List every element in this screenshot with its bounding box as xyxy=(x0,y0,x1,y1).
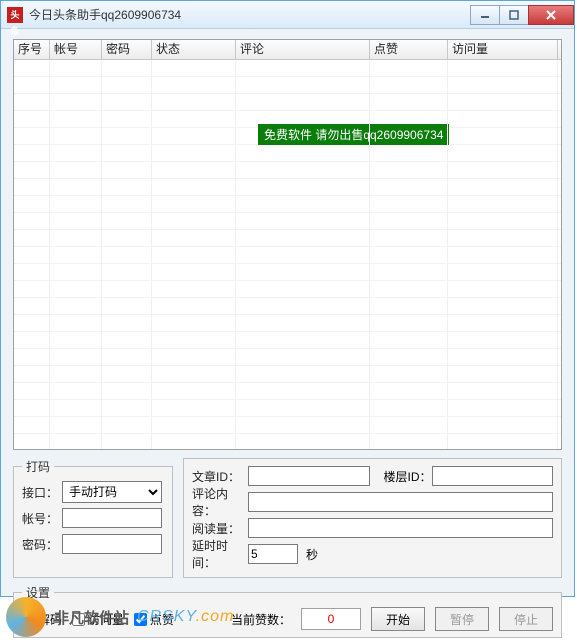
column-header[interactable]: 状态 xyxy=(152,40,236,59)
maximize-button[interactable] xyxy=(499,5,529,25)
column-header[interactable]: 点赞 xyxy=(370,40,448,59)
interface-label: 接口： xyxy=(22,484,62,501)
comment-input[interactable] xyxy=(248,492,553,512)
close-button[interactable] xyxy=(528,5,574,25)
accounts-grid[interactable]: 序号帐号密码状态评论点赞访问量 免费软件 请勿出售qq2609906734 xyxy=(13,39,562,450)
client-area: 序号帐号密码状态评论点赞访问量 免费软件 请勿出售qq2609906734 打码… xyxy=(1,29,574,644)
grid-body: 免费软件 请勿出售qq2609906734 xyxy=(14,60,561,449)
floor-id-label: 楼层ID： xyxy=(384,468,432,485)
article-id-label: 文章ID： xyxy=(192,468,248,485)
app-window: 头条 今日头条助手qq2609906734 序号帐号密码状态评论点赞访问量 免费… xyxy=(0,0,575,597)
comment-label: 评论内容： xyxy=(192,485,248,519)
delay-unit: 秒 xyxy=(306,546,318,563)
current-likes-value: 0 xyxy=(301,608,361,630)
grid-header: 序号帐号密码状态评论点赞访问量 xyxy=(14,40,561,60)
interface-select[interactable]: 手动打码 xyxy=(62,481,162,503)
like-label: 点赞 xyxy=(150,611,174,628)
delay-input[interactable] xyxy=(248,544,298,564)
article-fieldset: 文章ID： 楼层ID： 评论内容： 阅读量： 延时时间： 秒 xyxy=(183,458,562,578)
checkbox-decode[interactable]: 解码 xyxy=(22,611,62,628)
column-header[interactable]: 评论 xyxy=(236,40,370,59)
titlebar: 头条 今日头条助手qq2609906734 xyxy=(1,1,574,29)
settings-fieldset: 设置 解码 访问量 点赞 当前赞数： 0 开始 暂停 停止 xyxy=(13,584,562,638)
watermark-banner: 免费软件 请勿出售qq2609906734 xyxy=(258,124,449,145)
decode-checkbox[interactable] xyxy=(22,613,35,626)
checkbox-views[interactable]: 访问量 xyxy=(72,611,124,628)
dama-legend: 打码 xyxy=(22,458,54,475)
decode-label: 解码 xyxy=(38,611,62,628)
checkbox-like[interactable]: 点赞 xyxy=(134,611,174,628)
dama-account-input[interactable] xyxy=(62,508,162,528)
dama-password-input[interactable] xyxy=(62,534,162,554)
like-checkbox[interactable] xyxy=(134,613,147,626)
window-title: 今日头条助手qq2609906734 xyxy=(29,6,471,23)
window-controls xyxy=(471,5,574,25)
column-header[interactable]: 序号 xyxy=(14,40,50,59)
lower-panels: 打码 接口： 手动打码 帐号： 密码： 文章ID： xyxy=(13,458,562,578)
article-id-input[interactable] xyxy=(248,466,370,486)
app-icon: 头条 xyxy=(7,7,23,23)
dama-password-label: 密码： xyxy=(22,536,62,553)
reads-label: 阅读量： xyxy=(192,520,248,537)
delay-label: 延时时间： xyxy=(192,537,248,571)
column-header[interactable]: 密码 xyxy=(102,40,152,59)
minimize-button[interactable] xyxy=(470,5,500,25)
settings-legend: 设置 xyxy=(22,584,54,601)
floor-id-input[interactable] xyxy=(432,466,554,486)
views-label: 访问量 xyxy=(88,611,124,628)
start-button[interactable]: 开始 xyxy=(371,607,425,631)
stop-button[interactable]: 停止 xyxy=(499,607,553,631)
dama-fieldset: 打码 接口： 手动打码 帐号： 密码： xyxy=(13,458,173,578)
column-header[interactable]: 帐号 xyxy=(50,40,102,59)
views-checkbox[interactable] xyxy=(72,613,85,626)
column-header[interactable]: 访问量 xyxy=(448,40,558,59)
reads-input[interactable] xyxy=(248,518,553,538)
current-likes-label: 当前赞数： xyxy=(231,611,291,628)
pause-button[interactable]: 暂停 xyxy=(435,607,489,631)
dama-account-label: 帐号： xyxy=(22,510,62,527)
